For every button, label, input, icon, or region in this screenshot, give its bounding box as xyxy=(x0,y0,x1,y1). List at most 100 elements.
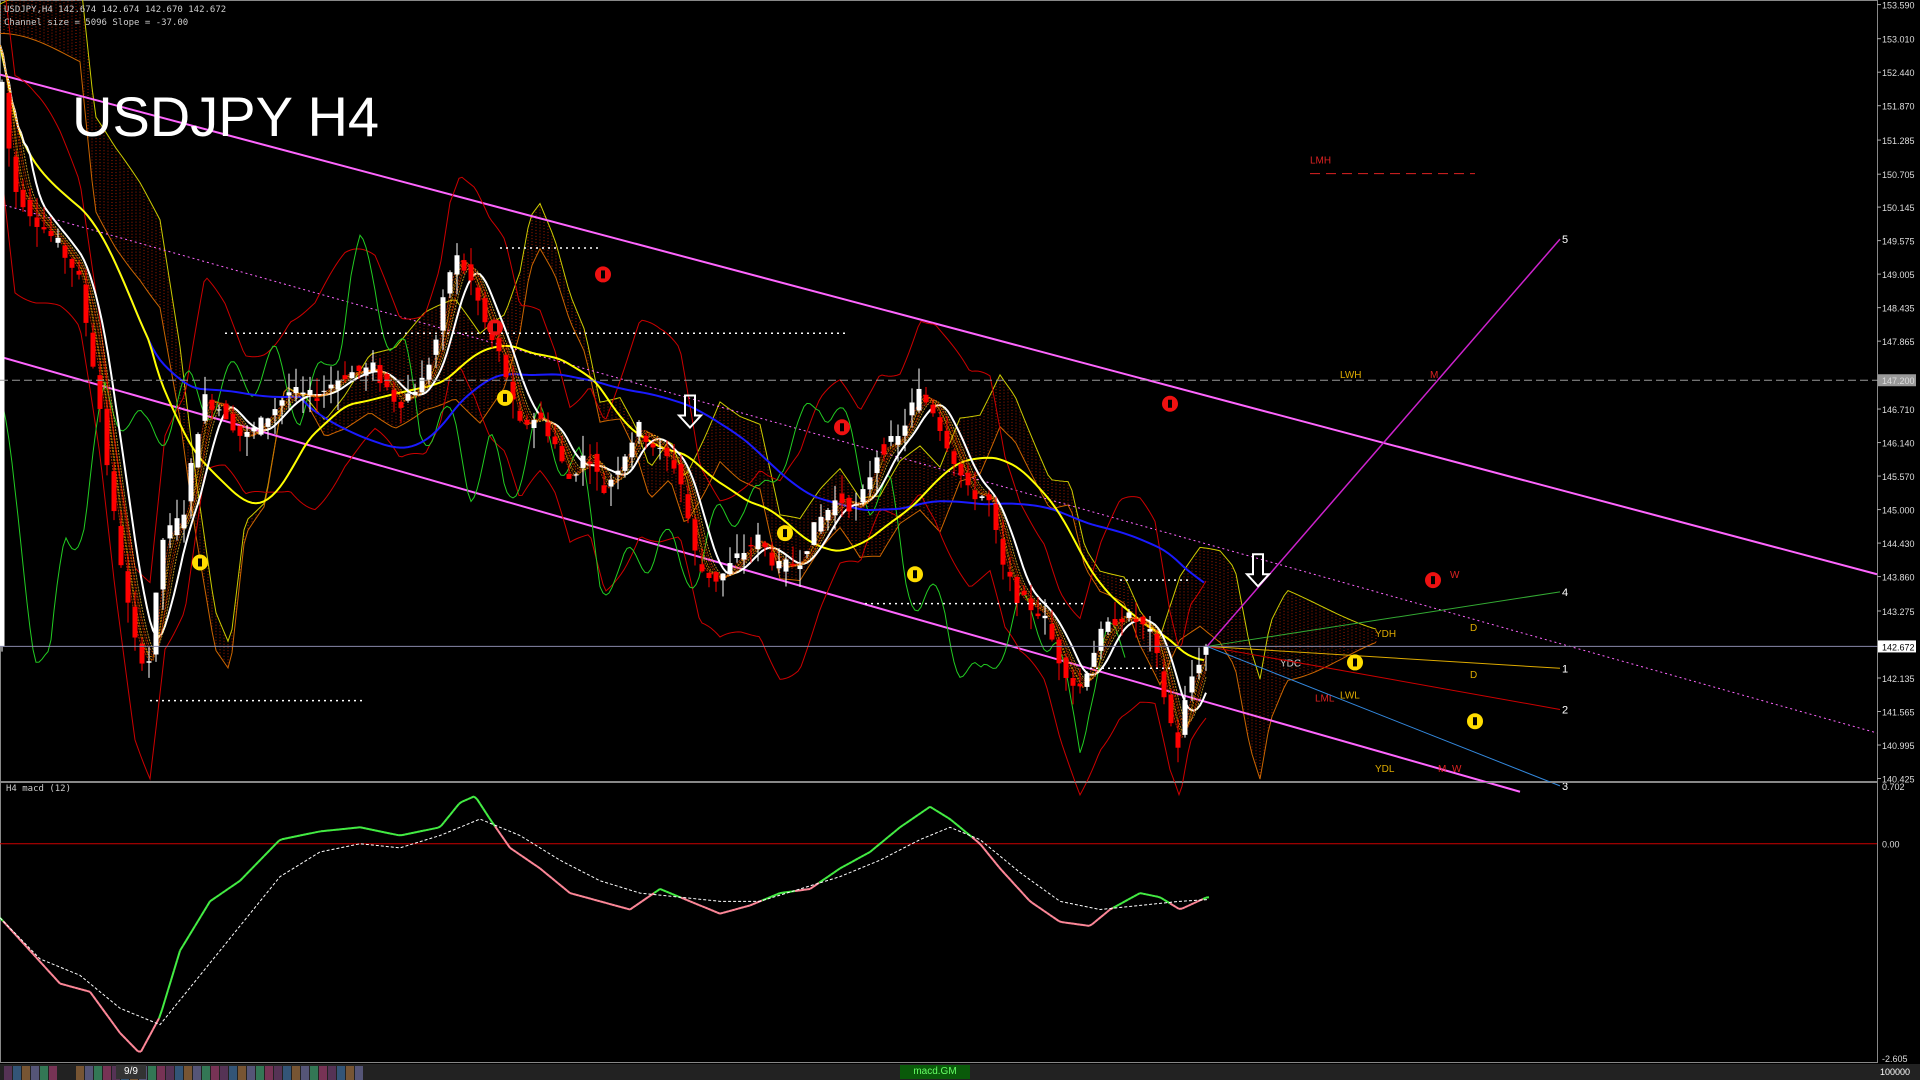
bottom-tab-swatch[interactable] xyxy=(31,1066,39,1080)
candle-body xyxy=(1021,590,1027,595)
candle-body xyxy=(230,413,236,431)
candle-body xyxy=(468,264,474,281)
bottom-tab-swatch[interactable] xyxy=(49,1066,57,1080)
indicator-tab[interactable]: macd.GM xyxy=(900,1065,970,1079)
macd-line-segment xyxy=(1058,920,1063,924)
macd-line-segment xyxy=(86,990,91,993)
macd-label: H4 macd (12) xyxy=(6,784,71,794)
macd-line-segment xyxy=(593,898,598,902)
candle-body xyxy=(531,420,537,428)
candle-body xyxy=(125,571,131,603)
candle-body xyxy=(244,431,250,437)
page-indicator[interactable]: 9/9 xyxy=(116,1065,146,1079)
macd-line-segment xyxy=(371,828,376,832)
macd-line-segment xyxy=(419,829,424,833)
level-label: M xyxy=(1438,764,1446,775)
macd-line-segment xyxy=(374,829,379,832)
bottom-tab-swatch[interactable] xyxy=(175,1066,183,1080)
bottom-tab-swatch[interactable] xyxy=(355,1066,363,1080)
bottom-tab-swatch[interactable] xyxy=(310,1066,318,1080)
bottom-tab-swatch[interactable] xyxy=(292,1066,300,1080)
macd-line-segment xyxy=(467,796,472,801)
candle-body xyxy=(650,443,656,448)
candle-body xyxy=(615,470,621,475)
candle-body xyxy=(748,545,754,547)
macd-line-segment xyxy=(743,905,748,909)
bottom-tab-swatch[interactable] xyxy=(256,1066,264,1080)
bottom-tab-swatch[interactable] xyxy=(184,1066,192,1080)
bottom-tab-swatch[interactable] xyxy=(301,1066,309,1080)
candle-body xyxy=(342,375,348,380)
candle-body xyxy=(153,592,159,655)
bottom-tab-swatch[interactable] xyxy=(22,1066,30,1080)
macd-line-segment xyxy=(1148,893,1153,897)
macd-line-segment xyxy=(764,897,769,901)
price-tick-label: 144.430 xyxy=(1882,539,1915,549)
bottom-tab-swatch[interactable] xyxy=(247,1066,255,1080)
macd-line-segment xyxy=(713,910,718,914)
bottom-tab-swatch[interactable] xyxy=(103,1066,111,1080)
bottom-tab-swatch[interactable] xyxy=(319,1066,327,1080)
bottom-tab-swatch[interactable] xyxy=(85,1066,93,1080)
channel-info: Channel size = 5096 Slope = -37.00 xyxy=(4,18,188,28)
bottom-tab-swatch[interactable] xyxy=(202,1066,210,1080)
bottom-tab-swatch[interactable] xyxy=(4,1066,12,1080)
candle-body xyxy=(1161,671,1167,698)
candle-body xyxy=(1070,678,1076,686)
macd-line-segment xyxy=(1202,896,1207,900)
macd-line-segment xyxy=(623,906,628,910)
candle-body xyxy=(909,402,915,416)
signal-marker-glyph xyxy=(1168,399,1172,408)
bottom-tab-swatch[interactable] xyxy=(157,1066,165,1080)
macd-line-segment xyxy=(581,895,586,899)
bottom-tab-swatch[interactable] xyxy=(265,1066,273,1080)
macd-line-segment xyxy=(1145,893,1150,896)
candle-body xyxy=(720,573,726,581)
macd-line-segment xyxy=(401,833,406,837)
bottom-tab-swatch[interactable] xyxy=(328,1066,336,1080)
bottom-tab-swatch[interactable] xyxy=(337,1066,345,1080)
bottom-tab-swatch[interactable] xyxy=(346,1066,354,1080)
macd-line-segment xyxy=(386,831,391,835)
candle-body xyxy=(1035,613,1041,617)
candle-body xyxy=(1014,577,1020,604)
bottom-tab-swatch[interactable] xyxy=(166,1066,174,1080)
macd-line-segment xyxy=(740,906,745,909)
macd-line-segment xyxy=(365,827,370,831)
bottom-tab-swatch[interactable] xyxy=(13,1066,21,1080)
bottom-tab-swatch[interactable] xyxy=(76,1066,84,1080)
candle-body xyxy=(363,367,369,376)
candle-body xyxy=(923,394,929,403)
candle-body xyxy=(356,365,362,372)
price-tick-label: 146.140 xyxy=(1882,439,1915,449)
macd-line-segment xyxy=(395,833,400,837)
bottom-tab-swatch[interactable] xyxy=(229,1066,237,1080)
candle-body xyxy=(671,460,677,469)
candle-body xyxy=(517,410,523,421)
bottom-tab-swatch[interactable] xyxy=(283,1066,291,1080)
bottom-tab-swatch[interactable] xyxy=(274,1066,282,1080)
macd-line-segment xyxy=(605,901,610,905)
candle-body xyxy=(279,400,285,406)
candle-body xyxy=(608,479,614,487)
candle-body xyxy=(391,389,397,402)
bottom-tab-swatch[interactable] xyxy=(220,1066,228,1080)
chart-canvas: LMHLWH MWYDHYDCDLML LWLYDLDM W12345 153.590… xyxy=(0,0,1920,1080)
bottom-tab-swatch[interactable] xyxy=(94,1066,102,1080)
macd-line-segment xyxy=(404,832,409,836)
macd-line-segment xyxy=(407,832,412,835)
macd-line-segment xyxy=(464,798,469,802)
info-line: USDJPY,H4 142.674 142.674 142.670 142.67… xyxy=(4,5,226,15)
candle-body xyxy=(734,553,740,558)
bottom-tab-swatch[interactable] xyxy=(148,1066,156,1080)
macd-line-segment xyxy=(83,989,88,992)
bottom-tab-swatch[interactable] xyxy=(211,1066,219,1080)
candle-body xyxy=(433,339,439,355)
bottom-tab-swatch[interactable] xyxy=(40,1066,48,1080)
candle-body xyxy=(895,436,901,445)
bottom-tab-swatch[interactable] xyxy=(193,1066,201,1080)
candle-body xyxy=(538,412,544,419)
level-label: M xyxy=(1430,370,1438,381)
candle-body xyxy=(293,387,299,394)
bottom-tab-swatch[interactable] xyxy=(238,1066,246,1080)
